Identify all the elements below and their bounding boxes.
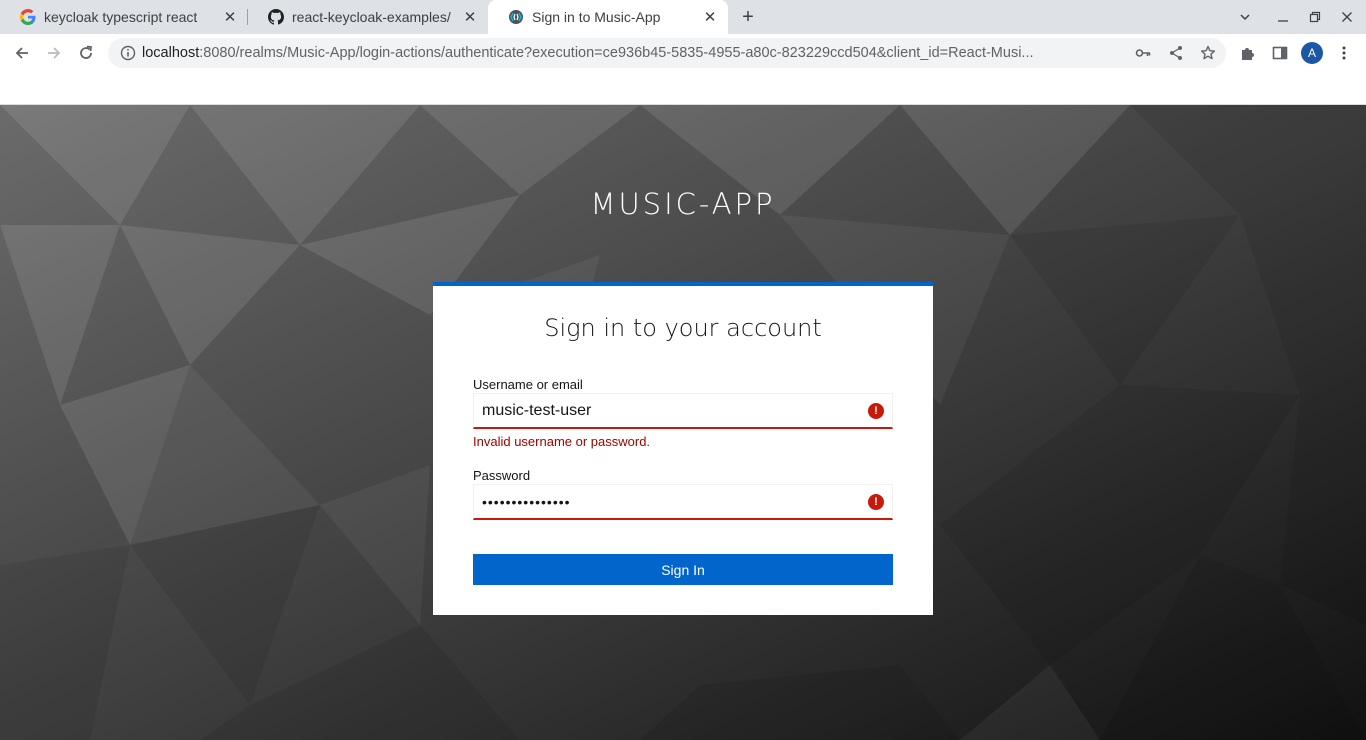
login-card: Sign in to your account Username or emai… bbox=[433, 282, 933, 615]
tab-title: keycloak typescript react bbox=[44, 9, 198, 25]
tab-github[interactable]: react-keycloak-examples/ ✕ bbox=[248, 0, 488, 34]
reload-icon bbox=[80, 45, 93, 59]
error-icon: ! bbox=[868, 493, 884, 510]
kebab-menu-icon bbox=[1342, 46, 1346, 60]
password-value: ••••••••••••••• bbox=[482, 493, 571, 510]
tab-title: Sign in to Music-App bbox=[532, 9, 661, 25]
error-message: Invalid username or password. bbox=[473, 434, 651, 449]
restore-button[interactable] bbox=[1299, 0, 1331, 34]
star-icon[interactable] bbox=[1200, 45, 1216, 61]
tab-google-search[interactable]: keycloak typescript react ✕ bbox=[0, 0, 248, 34]
share-icon[interactable] bbox=[1168, 45, 1184, 61]
login-page: MUSIC-APP Sign in to your account Userna… bbox=[0, 105, 1366, 740]
minimize-icon bbox=[1278, 20, 1288, 22]
keycloak-icon bbox=[508, 9, 524, 25]
username-label: Username or email bbox=[473, 377, 583, 392]
puzzle-icon bbox=[1242, 48, 1254, 60]
extensions-button[interactable] bbox=[1238, 43, 1258, 63]
minimize-button[interactable] bbox=[1267, 0, 1299, 34]
tab-strip: keycloak typescript react ✕ react-keyclo… bbox=[0, 0, 1366, 34]
realm-title: MUSIC-APP bbox=[590, 187, 776, 221]
tab-sign-in[interactable]: Sign in to Music-App ✕ bbox=[488, 0, 728, 34]
url-text: localhost:8080/realms/Music-App/login-ac… bbox=[142, 45, 1127, 61]
menu-button[interactable] bbox=[1334, 43, 1354, 63]
tab-title: react-keycloak-examples/ bbox=[292, 9, 451, 25]
close-icon[interactable]: ✕ bbox=[462, 9, 478, 26]
tab-search-button[interactable] bbox=[1229, 0, 1261, 34]
browser-toolbar: localhost:8080/realms/Music-App/login-ac… bbox=[0, 34, 1366, 72]
key-icon[interactable] bbox=[1135, 45, 1151, 61]
profile-avatar[interactable]: A bbox=[1301, 42, 1323, 64]
restore-icon bbox=[1309, 11, 1321, 23]
error-icon: ! bbox=[868, 402, 884, 419]
chevron-down-icon bbox=[1240, 14, 1250, 21]
close-icon[interactable]: ✕ bbox=[702, 9, 718, 26]
arrow-left-icon bbox=[15, 47, 28, 59]
close-icon bbox=[1342, 12, 1352, 22]
address-bar[interactable]: localhost:8080/realms/Music-App/login-ac… bbox=[108, 38, 1226, 68]
github-icon bbox=[268, 9, 284, 25]
new-tab-button[interactable]: + bbox=[737, 6, 759, 28]
password-input[interactable]: ••••••••••••••• ! bbox=[473, 484, 893, 520]
bookmark-bar bbox=[0, 72, 1366, 105]
url-path: :8080/realms/Music-App/login-actions/aut… bbox=[199, 45, 1034, 61]
close-icon[interactable]: ✕ bbox=[222, 9, 238, 26]
close-window-button[interactable] bbox=[1331, 0, 1363, 34]
plus-icon: + bbox=[742, 5, 754, 28]
password-label: Password bbox=[473, 468, 531, 483]
google-icon bbox=[20, 9, 36, 25]
username-value: music-test-user bbox=[482, 401, 592, 419]
sign-in-button[interactable]: Sign In bbox=[473, 554, 893, 585]
side-panel-icon bbox=[1272, 46, 1288, 60]
reload-button[interactable] bbox=[72, 39, 100, 67]
username-input[interactable]: music-test-user ! bbox=[473, 393, 893, 429]
info-icon[interactable] bbox=[120, 45, 136, 61]
back-button[interactable] bbox=[8, 39, 36, 67]
forward-button[interactable] bbox=[40, 39, 68, 67]
side-panel-button[interactable] bbox=[1270, 43, 1290, 63]
arrow-right-icon bbox=[48, 47, 61, 59]
url-host: localhost bbox=[142, 45, 200, 61]
card-title: Sign in to your account bbox=[544, 314, 822, 342]
